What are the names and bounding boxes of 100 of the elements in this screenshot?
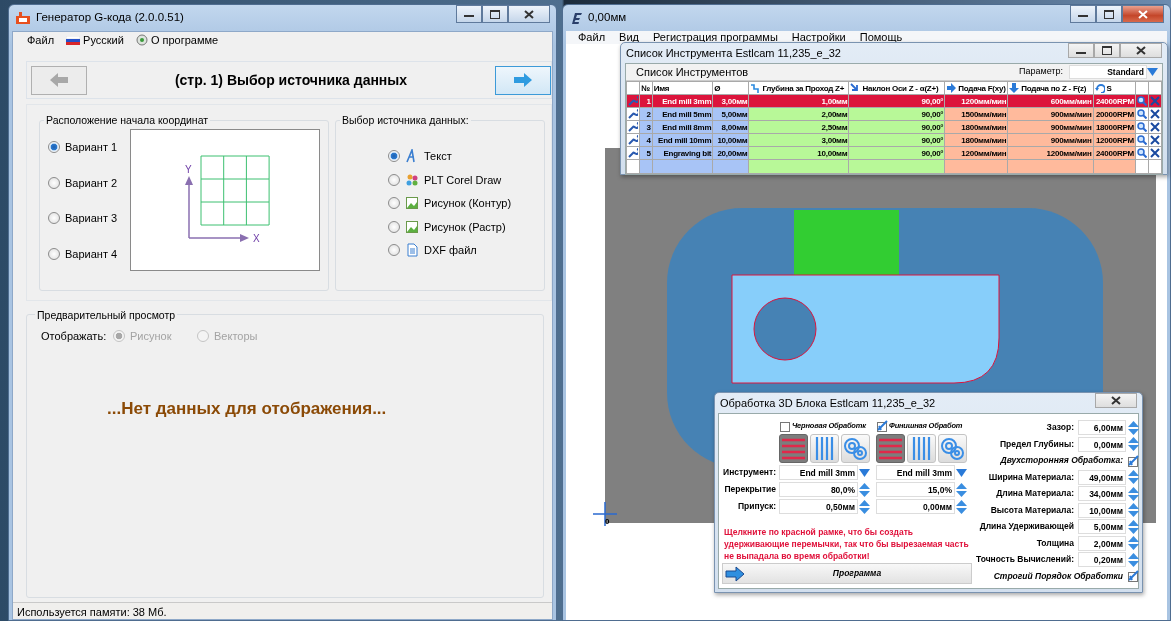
program-button[interactable]: Программа [722,563,972,584]
search-icon[interactable] [1136,135,1147,145]
menu-item[interactable]: Файл [578,32,606,43]
close-button[interactable] [1095,393,1137,408]
crossed-tools-icon[interactable] [1149,135,1160,145]
table-row[interactable]: 2 End mill 5mm 5,00мм 2,00мм 90,00° 1500мм/мин 900мм/мин 20000RPM [626,107,1162,121]
maximize-button[interactable] [482,5,508,23]
number-field[interactable]: 34,00мм [1078,486,1126,501]
table-row[interactable]: 3 End mill 8mm 8,00мм 2,50мм 90,00° 1800мм/мин 900мм/мин 18000RPM [626,120,1162,134]
number-field[interactable]: 0,20мм [1078,552,1126,567]
radio-button[interactable] [388,150,400,163]
forward-button[interactable] [495,65,551,95]
strategy-button[interactable] [938,434,967,463]
crossed-tools-icon[interactable] [1149,148,1160,158]
minimize-button[interactable] [1068,43,1094,58]
strategy-button[interactable] [907,434,936,463]
number-field[interactable]: 0,00мм [1078,436,1126,452]
menu-item[interactable]: Вид [619,32,639,43]
menu-item[interactable]: О программе [135,31,219,49]
spin-button[interactable] [859,499,870,514]
number-field[interactable]: 0,00мм [876,499,955,514]
menu-item[interactable]: Помощь [859,32,903,43]
dropdown-arrow-icon[interactable] [859,468,870,477]
tool-select[interactable]: End mill 3mm [779,465,858,480]
flag-icon [66,35,81,45]
menu-item[interactable]: Файл [27,31,55,49]
checkbox[interactable] [779,420,791,432]
spin-button[interactable] [1128,420,1139,435]
search-icon[interactable] [1136,96,1147,106]
panel-title: Список Инструментов [636,64,749,80]
arrow-down-icon [1009,83,1020,93]
number-field[interactable]: 15,0% [876,482,955,497]
arrow-right-icon [513,72,533,88]
spin-button[interactable] [1128,503,1139,517]
hole-shape[interactable] [753,297,817,361]
maximize-button[interactable] [1094,43,1120,58]
minimize-button[interactable] [1070,5,1096,23]
group-title: Выбор источника данных: [340,113,471,129]
spin-button[interactable] [1128,470,1139,484]
radio-button[interactable] [388,197,400,210]
spin-button[interactable] [1128,552,1139,567]
number-field[interactable]: 10,00мм [1078,502,1126,518]
group-title: Расположение начала координат [44,113,211,129]
table-row[interactable]: 5 Engraving bit 20,00мм 10,00мм 90,00° 1200мм/мин 1200мм/мин 24000RPM [626,146,1162,160]
parameter-select[interactable]: Standard [1069,65,1147,79]
minimize-button[interactable] [456,5,482,23]
close-button[interactable] [508,5,550,23]
field-label: Параметр: [1019,65,1063,79]
radio-button[interactable] [48,141,60,154]
search-icon[interactable] [1136,122,1147,132]
number-field[interactable]: 6,00мм [1078,420,1126,435]
spin-button[interactable] [859,482,870,497]
app-icon [569,11,583,25]
checkbox-label: Строгий Порядок Обработки [993,569,1124,583]
radio-button[interactable] [48,247,60,260]
horizontal-lines-icon [781,436,806,461]
radio-button[interactable] [48,212,60,225]
close-button[interactable] [1120,43,1162,58]
dropdown-arrow-icon[interactable] [1147,68,1158,76]
number-field[interactable]: 0,50мм [779,499,858,514]
table-row[interactable]: 4 End mill 10mm 10,00мм 3,00мм 90,00° 1800мм/мин 900мм/мин 12000RPM [626,133,1162,147]
radio-button[interactable] [48,176,60,189]
dropdown-arrow-icon[interactable] [956,468,967,477]
search-icon[interactable] [1136,109,1147,119]
number-field[interactable]: 2,00мм [1078,535,1126,551]
spin-button[interactable] [1128,486,1139,501]
tool-select[interactable]: End mill 3mm [876,465,955,480]
spin-button[interactable] [1128,536,1139,550]
number-field[interactable]: 49,00мм [1078,469,1126,485]
search-icon[interactable] [1136,148,1147,158]
spin-button[interactable] [1128,519,1139,534]
column-header[interactable]: S [1106,82,1112,94]
close-button[interactable] [1122,5,1164,23]
table-cell: 1 [639,94,653,108]
menu-item[interactable]: Регистрация программы [652,32,778,43]
hint-text: Щелкните по красной рамке, что бы создать удерживающие перемычки, так что бы вырезаемая часть не выпадала во время обработки! [724,526,970,562]
menu-item[interactable]: Настройки [791,32,846,43]
close-icon [1136,46,1146,55]
menu-item[interactable]: Русский [66,31,124,49]
strategy-button[interactable] [841,434,870,463]
spin-button[interactable] [956,499,967,514]
radio-button[interactable] [388,244,400,257]
spin-button[interactable] [1128,437,1139,451]
maximize-button[interactable] [1096,5,1122,23]
radio-button[interactable] [388,173,400,186]
number-field[interactable]: 5,00мм [1078,519,1126,534]
image-icon [405,219,419,234]
strategy-button[interactable] [810,434,839,463]
field-label: Длина Удерживающей [979,520,1075,533]
crossed-tools-icon[interactable] [1149,109,1160,119]
spin-button[interactable] [956,482,967,497]
checkbox[interactable] [1127,570,1139,582]
column-header[interactable]: Ø [714,82,721,94]
crossed-tools-icon[interactable] [1149,122,1160,132]
checkbox[interactable] [1127,454,1139,467]
radio-button[interactable] [388,220,400,233]
checkbox[interactable] [876,420,888,432]
radio-label: Вариант 1 [65,140,118,155]
number-field[interactable]: 80,0% [779,482,858,497]
table-cell: 1,00мм [749,94,849,108]
